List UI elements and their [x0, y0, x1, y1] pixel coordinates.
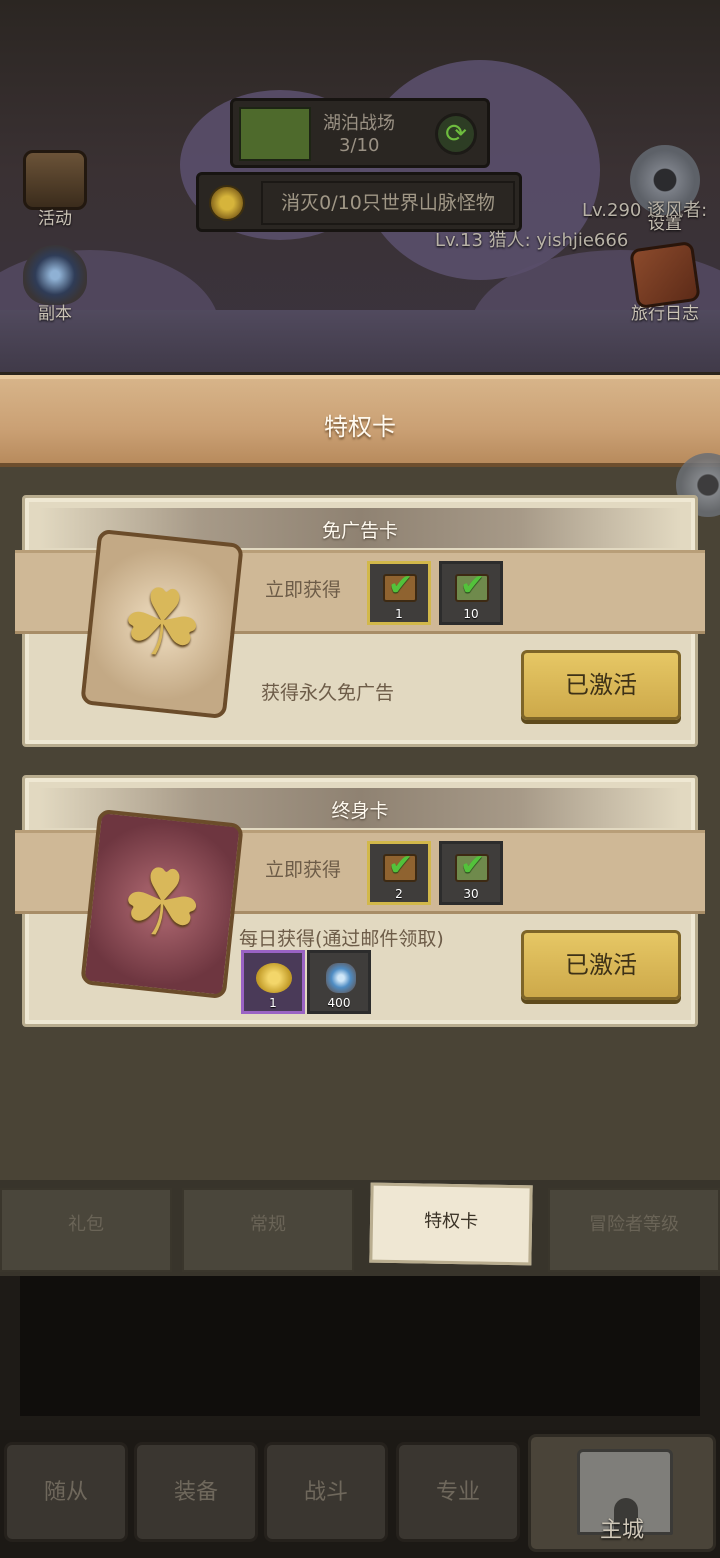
lifetime-card-art: ☘: [80, 808, 244, 1000]
reward-item[interactable]: ✔ 2: [367, 841, 431, 905]
tab-gift-pack[interactable]: 礼包: [0, 1188, 172, 1272]
nav-profession[interactable]: 专业: [396, 1442, 520, 1542]
daily-reward-item[interactable]: 400: [307, 950, 371, 1014]
lifetime-card: 终身卡 立即获得 ✔ 2 ✔ 30 ☘ 每日获得(通过邮件领取) 1 400 已…: [15, 775, 705, 1027]
triquetra-icon: ☘: [115, 565, 209, 682]
refresh-icon[interactable]: ⟳: [435, 113, 477, 155]
task-coin-icon: [209, 185, 245, 221]
item-count: 10: [463, 607, 479, 621]
gem-icon: [326, 963, 356, 993]
ad-free-card-art: ☘: [80, 528, 244, 720]
dungeon-label: 副本: [38, 304, 72, 324]
activity-icon: [23, 150, 87, 210]
item-count: 2: [395, 887, 403, 901]
modal-header: 特权卡: [0, 375, 720, 467]
ad-free-card: 免广告卡 立即获得 ✔ 1 ✔ 10 ☘ 获得永久免广告 已激活: [15, 495, 705, 747]
item-count: 400: [327, 996, 351, 1010]
daily-reward-label: 每日获得(通过邮件领取): [239, 928, 444, 950]
task-panel[interactable]: 消灭0/10只世界山脉怪物: [196, 172, 522, 232]
reward-item[interactable]: ✔ 10: [439, 561, 503, 625]
check-icon: ✔: [388, 848, 414, 883]
journal-icon: [629, 240, 701, 310]
bottom-navigation: 随从 装备 战斗 专业 主城: [0, 1430, 720, 1558]
daily-reward-item[interactable]: 1: [241, 950, 305, 1014]
nav-equipment[interactable]: 装备: [134, 1442, 258, 1542]
reward-item[interactable]: ✔ 1: [367, 561, 431, 625]
dungeon-button[interactable]: 副本: [10, 245, 100, 324]
quest-panel[interactable]: 湖泊战场 3/10 ⟳: [230, 98, 490, 168]
modal-title: 特权卡: [324, 413, 396, 441]
check-icon: ✔: [388, 568, 414, 603]
item-count: 30: [463, 887, 479, 901]
player-info-2: Lv.13 猎人: yishjie666: [435, 230, 629, 251]
gold-coins-icon: [256, 963, 292, 993]
content-placeholder: [20, 1276, 700, 1416]
player-info-1: Lv.290 逐风者:: [582, 200, 708, 221]
activity-label: 活动: [38, 209, 72, 229]
privilege-card-modal: 特权卡 免广告卡 立即获得 ✔ 1 ✔ 10 ☘ 获得永久免广告 已激活 终身卡…: [0, 372, 720, 1180]
activity-button[interactable]: 活动: [10, 150, 100, 229]
nav-followers[interactable]: 随从: [4, 1442, 128, 1542]
check-icon: ✔: [460, 568, 486, 603]
ground: [0, 310, 720, 380]
instant-label: 立即获得: [265, 579, 342, 601]
reward-item[interactable]: ✔ 30: [439, 841, 503, 905]
game-scene: 湖泊战场 3/10 ⟳ 消灭0/10只世界山脉怪物 活动 副本 设置 旅行日志 …: [0, 0, 720, 380]
item-count: 1: [269, 996, 277, 1010]
quest-progress-fill: [239, 107, 311, 161]
dungeon-icon: [23, 245, 87, 305]
card-description: 获得永久免广告: [261, 682, 395, 704]
tab-general[interactable]: 常规: [182, 1188, 354, 1272]
nav-main-city[interactable]: 主城: [528, 1434, 716, 1552]
quest-name: 湖泊战场: [323, 113, 395, 134]
item-count: 1: [395, 607, 403, 621]
activated-button[interactable]: 已激活: [521, 930, 681, 1000]
nav-main-city-label: 主城: [599, 1518, 644, 1543]
triquetra-icon: ☘: [115, 845, 209, 962]
check-icon: ✔: [460, 848, 486, 883]
tab-adventurer-level[interactable]: 冒险者等级: [548, 1188, 720, 1272]
shop-tabs: 礼包 常规 特权卡 冒险者等级: [0, 1180, 720, 1276]
travel-journal-button[interactable]: 旅行日志: [620, 240, 710, 324]
quest-progress: 3/10: [339, 135, 380, 156]
tab-privilege-card[interactable]: 特权卡: [369, 1182, 533, 1266]
nav-battle[interactable]: 战斗: [264, 1442, 388, 1542]
instant-label: 立即获得: [265, 859, 342, 881]
task-text: 消灭0/10只世界山脉怪物: [261, 181, 515, 225]
activated-button[interactable]: 已激活: [521, 650, 681, 720]
